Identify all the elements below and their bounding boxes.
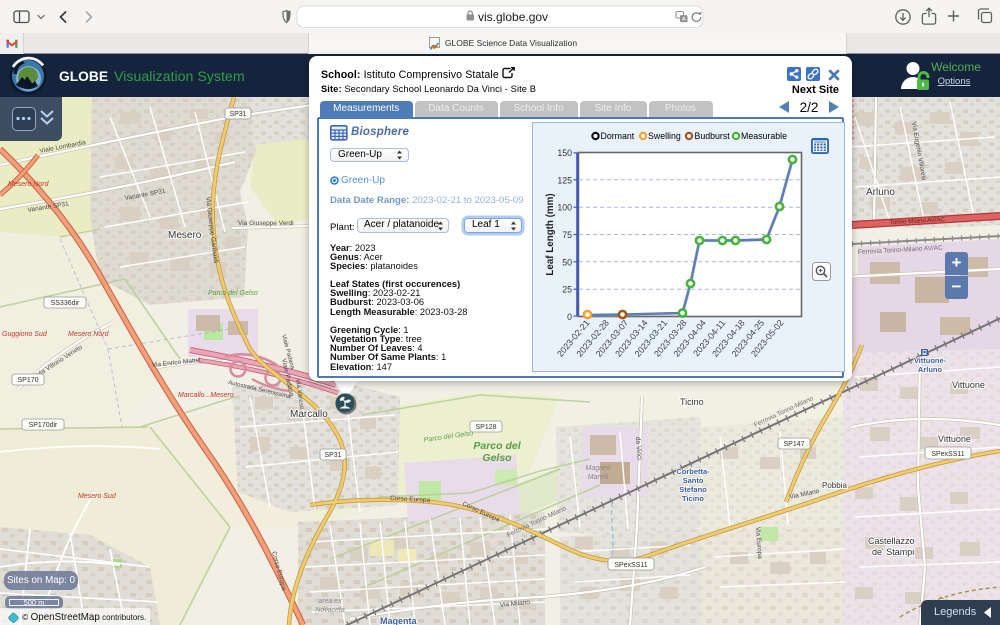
svg-text:de' Stampi: de' Stampi — [872, 547, 914, 557]
svg-text:Via Giuseppe Verdi: Via Giuseppe Verdi — [238, 220, 294, 227]
svg-text:25: 25 — [562, 284, 572, 294]
svg-text:Budburst: Budburst — [694, 131, 730, 141]
svg-text:Arluno: Arluno — [918, 365, 943, 374]
svg-text:SP128: SP128 — [475, 424, 496, 431]
svg-text:50: 50 — [562, 257, 572, 267]
svg-text:vis.globe.gov: vis.globe.gov — [478, 10, 548, 24]
svg-text:Santo: Santo — [683, 476, 704, 485]
svg-text:Arluno: Arluno — [866, 187, 895, 198]
svg-text:Vittuone: Vittuone — [952, 380, 985, 390]
svg-text:0: 0 — [567, 312, 572, 322]
svg-text:Pobbia: Pobbia — [822, 481, 847, 490]
svg-text:Parco del: Parco del — [473, 440, 521, 452]
svg-text:Gelso: Gelso — [482, 452, 512, 464]
svg-text:Mesero: Mesero — [168, 230, 202, 241]
svg-text:Mesero Nord: Mesero Nord — [8, 181, 50, 188]
svg-text:Ticino: Ticino — [680, 397, 704, 407]
svg-text:Magneti: Magneti — [586, 465, 611, 472]
svg-text:Stefano: Stefano — [679, 485, 707, 494]
svg-text:Marelli: Marelli — [588, 474, 609, 481]
svg-text:SP31: SP31 — [229, 111, 246, 118]
svg-text:125: 125 — [557, 175, 572, 185]
svg-text:Guggiono Sud: Guggiono Sud — [2, 331, 48, 338]
svg-text:Magenta: Magenta — [380, 616, 418, 625]
svg-text:Mesero Sud: Mesero Sud — [78, 493, 117, 500]
svg-text:Marcallo...Mesero: Marcallo...Mesero — [178, 392, 234, 399]
svg-text:Vittuone: Vittuone — [938, 434, 971, 444]
svg-text:Swelling: Swelling — [648, 131, 681, 141]
svg-text:Ticino: Ticino — [682, 494, 704, 503]
svg-text:Leaf Length (mm): Leaf Length (mm) — [545, 193, 556, 275]
svg-text:100: 100 — [557, 202, 572, 212]
svg-text:Novaceta: Novaceta — [315, 607, 345, 614]
svg-text:Mesero Nord: Mesero Nord — [68, 331, 110, 338]
svg-text:Parco del Gelso: Parco del Gelso — [208, 290, 258, 297]
svg-text:SS336dir: SS336dir — [51, 300, 80, 307]
svg-text:GLOBE: GLOBE — [59, 69, 108, 84]
svg-text:Measurable: Measurable — [741, 131, 787, 141]
svg-text:Corbetta-: Corbetta- — [676, 467, 710, 476]
svg-text:SP170: SP170 — [17, 377, 38, 384]
svg-text:Welcome: Welcome — [931, 60, 981, 74]
svg-text:SP170dir: SP170dir — [29, 422, 58, 429]
svg-text:SPexSS11: SPexSS11 — [614, 562, 647, 569]
svg-text:SP31: SP31 — [324, 452, 341, 459]
svg-text:Options: Options — [938, 76, 971, 87]
svg-text:150: 150 — [557, 148, 572, 158]
svg-text:Castellazzo: Castellazzo — [868, 536, 915, 546]
svg-text:SPexSS11: SPexSS11 — [931, 451, 964, 458]
svg-text:Dormant: Dormant — [600, 131, 634, 141]
svg-text:2/2: 2/2 — [800, 100, 819, 114]
svg-text:Visualization System: Visualization System — [114, 69, 245, 85]
svg-text:SP147: SP147 — [783, 441, 804, 448]
svg-text:area ex: area ex — [318, 598, 342, 605]
svg-text:75: 75 — [562, 230, 572, 240]
svg-text:Vittuone-: Vittuone- — [914, 356, 947, 365]
